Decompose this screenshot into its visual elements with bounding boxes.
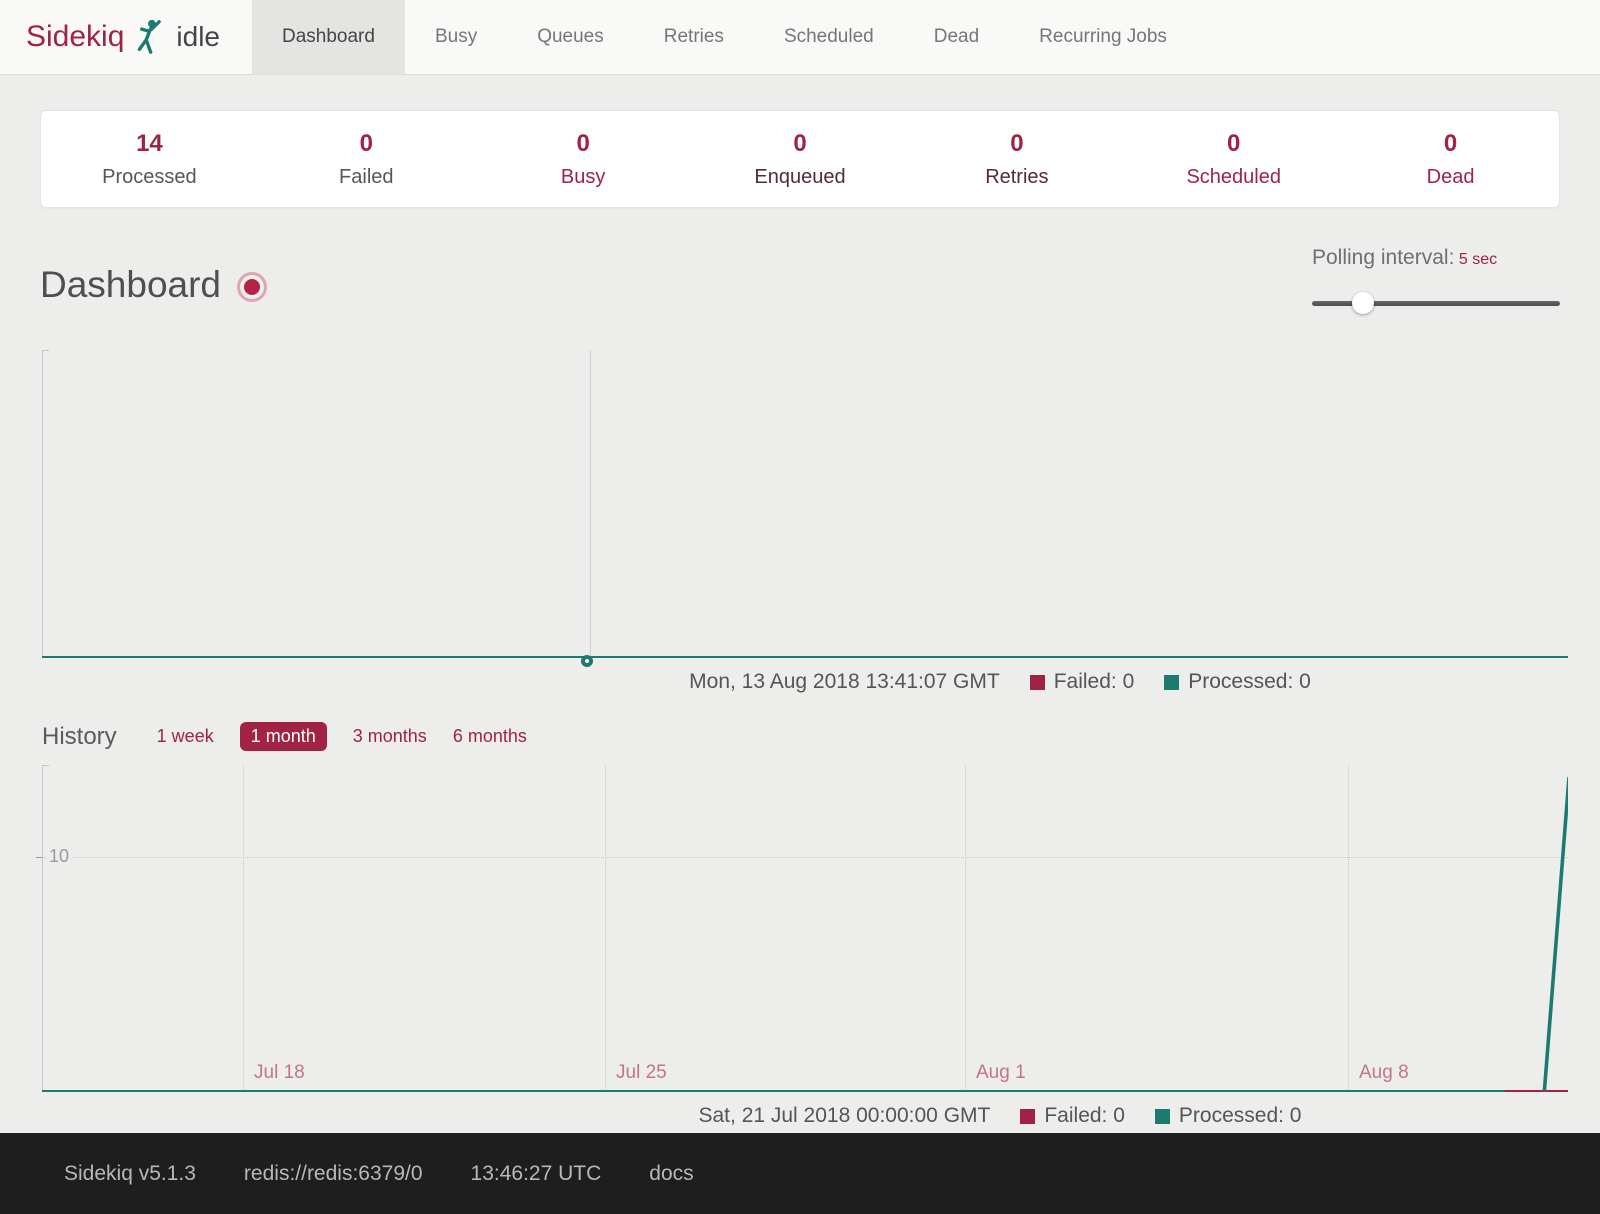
footer-utc-time: 13:46:27 UTC	[471, 1162, 602, 1186]
realtime-hover-cursor	[590, 350, 591, 657]
history-header: History 1 week 1 month 3 months 6 months	[42, 722, 1560, 751]
footer-redis-url: redis://redis:6379/0	[244, 1162, 423, 1186]
polling-interval-label: Polling interval:	[1312, 246, 1454, 269]
nav-tab-busy[interactable]: Busy	[405, 0, 507, 74]
polling-interval-value[interactable]: 5 sec	[1459, 251, 1497, 268]
summary-bar: 14 Processed 0 Failed 0 Busy 0 Enqueued …	[40, 110, 1560, 208]
stat-failed: 0 Failed	[258, 130, 475, 189]
live-poll-beacon-icon	[237, 272, 267, 302]
history-range-1-week[interactable]: 1 week	[157, 726, 214, 747]
failed-swatch-icon	[1030, 675, 1045, 690]
history-range-3-months[interactable]: 3 months	[353, 726, 427, 747]
page-title: Dashboard	[40, 264, 221, 306]
history-legend-time: Sat, 21 Jul 2018 00:00:00 GMT	[699, 1104, 991, 1128]
realtime-legend-processed: Processed: 0	[1164, 670, 1311, 694]
footer-docs-link[interactable]: docs	[649, 1162, 693, 1186]
stat-scheduled-count: 0	[1125, 130, 1342, 158]
realtime-legend-failed: Failed: 0	[1030, 670, 1135, 694]
brand-name: Sidekiq	[26, 20, 124, 54]
sidekiq-brand[interactable]: Sidekiq idle	[0, 0, 240, 74]
stat-scheduled-link[interactable]: Scheduled	[1186, 166, 1281, 189]
stat-retries: 0 Retries	[908, 130, 1125, 189]
stat-enqueued-link[interactable]: Enqueued	[754, 166, 845, 189]
stat-busy-link[interactable]: Busy	[561, 166, 605, 189]
sidekiq-ninja-icon	[134, 19, 164, 55]
stat-processed-count: 14	[41, 130, 258, 158]
footer-version: Sidekiq v5.1.3	[64, 1162, 196, 1186]
history-range-6-months[interactable]: 6 months	[453, 726, 527, 747]
nav-tab-recurring-jobs[interactable]: Recurring Jobs	[1009, 0, 1197, 74]
y-tick-10: 10	[46, 846, 72, 867]
processed-swatch-icon	[1155, 1109, 1170, 1124]
history-legend-failed: Failed: 0	[1020, 1104, 1125, 1128]
nav-tab-dead[interactable]: Dead	[904, 0, 1009, 74]
stat-retries-count: 0	[908, 130, 1125, 158]
stat-busy-count: 0	[475, 130, 692, 158]
polling-interval-slider[interactable]	[1312, 292, 1560, 314]
nav-tab-dashboard[interactable]: Dashboard	[252, 0, 405, 74]
realtime-hover-dot	[581, 655, 593, 667]
history-range-1-month[interactable]: 1 month	[240, 722, 327, 751]
realtime-processed-line	[42, 656, 1568, 658]
nav-tab-scheduled[interactable]: Scheduled	[754, 0, 904, 74]
stat-retries-link[interactable]: Retries	[985, 166, 1048, 189]
realtime-chart	[42, 344, 1568, 658]
beacon-dot	[244, 279, 260, 295]
dashboard-header: Dashboard Polling interval: 5 sec	[40, 256, 1560, 314]
realtime-legend: Mon, 13 Aug 2018 13:41:07 GMT Failed: 0 …	[200, 670, 1600, 694]
stat-failed-count: 0	[258, 130, 475, 158]
footer: Sidekiq v5.1.3 redis://redis:6379/0 13:4…	[0, 1133, 1600, 1214]
stat-processed: 14 Processed	[41, 130, 258, 189]
history-legend: Sat, 21 Jul 2018 00:00:00 GMT Failed: 0 …	[200, 1104, 1600, 1128]
stat-busy: 0 Busy	[475, 130, 692, 189]
nav-tab-queues[interactable]: Queues	[507, 0, 634, 74]
nav-tab-retries[interactable]: Retries	[634, 0, 754, 74]
failed-swatch-icon	[1020, 1109, 1035, 1124]
stat-failed-label: Failed	[339, 166, 393, 189]
history-chart: 10 Jul 18 Jul 25 Aug 1 Aug 8	[42, 765, 1568, 1092]
stat-dead-link[interactable]: Dead	[1427, 166, 1475, 189]
stat-dead-count: 0	[1342, 130, 1559, 158]
stat-enqueued: 0 Enqueued	[692, 130, 909, 189]
history-title: History	[42, 723, 117, 751]
stat-enqueued-count: 0	[692, 130, 909, 158]
realtime-y-axis	[42, 350, 43, 658]
navbar: Sidekiq idle Dashboard Busy Queues Retri…	[0, 0, 1600, 75]
processed-swatch-icon	[1164, 675, 1179, 690]
polling-controls: Polling interval: 5 sec	[1312, 246, 1560, 314]
history-processed-spike	[42, 765, 1568, 1092]
history-legend-processed: Processed: 0	[1155, 1104, 1302, 1128]
slider-thumb[interactable]	[1352, 292, 1374, 314]
realtime-legend-time: Mon, 13 Aug 2018 13:41:07 GMT	[689, 670, 1000, 694]
slider-track[interactable]	[1312, 301, 1560, 306]
worker-status-text: idle	[176, 21, 220, 53]
stat-dead: 0 Dead	[1342, 130, 1559, 189]
stat-scheduled: 0 Scheduled	[1125, 130, 1342, 189]
stat-processed-label: Processed	[102, 166, 197, 189]
main-nav: Dashboard Busy Queues Retries Scheduled …	[252, 0, 1197, 74]
